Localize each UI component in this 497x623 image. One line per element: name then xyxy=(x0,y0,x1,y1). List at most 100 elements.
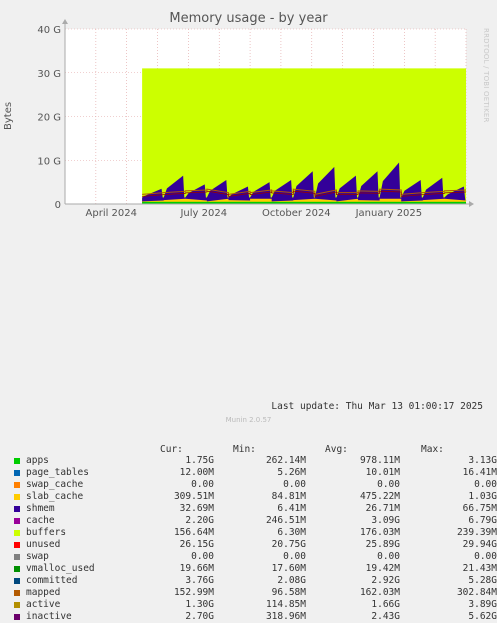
legend-name: inactive xyxy=(26,611,72,622)
legend-max: 66.75M xyxy=(462,503,497,514)
legend-row-unused: unused 26.15G 20.75G 25.89G 29.94G xyxy=(14,539,497,551)
legend-row-apps: apps 1.75G 262.14M 978.11M 3.13G xyxy=(14,455,497,467)
legend-min: 20.75G xyxy=(271,539,306,550)
legend-max: 0.00 xyxy=(474,551,497,562)
header-min: Min: xyxy=(233,444,256,455)
legend-cur: 2.70G xyxy=(185,611,214,622)
legend-min: 0.00 xyxy=(283,479,306,490)
legend-avg: 1.66G xyxy=(371,599,400,610)
legend-cur: 309.51M xyxy=(173,491,214,502)
legend-max: 1.03G xyxy=(468,491,497,502)
x-tick-label: April 2024 xyxy=(86,208,137,219)
legend-name: swap xyxy=(26,551,49,562)
legend-cur: 12.00M xyxy=(179,467,214,478)
legend-swatch xyxy=(14,530,20,536)
legend-row-shmem: shmem 32.69M 6.41M 26.71M 66.75M xyxy=(14,503,497,515)
x-axis-arrow xyxy=(469,201,474,207)
legend-name: slab_cache xyxy=(26,491,84,502)
legend-avg: 162.03M xyxy=(359,587,400,598)
legend-name: vmalloc_used xyxy=(26,563,95,574)
legend-name: swap_cache xyxy=(26,479,84,490)
legend-min: 2.08G xyxy=(277,575,306,586)
legend-min: 17.60M xyxy=(271,563,306,574)
x-tick-label: October 2024 xyxy=(262,208,331,219)
legend-swatch xyxy=(14,614,20,620)
legend-name: shmem xyxy=(26,503,55,514)
legend-name: apps xyxy=(26,455,49,466)
legend-row-slab-cache: slab_cache 309.51M 84.81M 475.22M 1.03G xyxy=(14,491,497,503)
legend-name: committed xyxy=(26,575,78,586)
legend-cur: 1.30G xyxy=(185,599,214,610)
legend-row-vmalloc-used: vmalloc_used 19.66M 17.60M 19.42M 21.43M xyxy=(14,563,497,575)
legend-swatch xyxy=(14,506,20,512)
legend-cur: 2.20G xyxy=(185,515,214,526)
legend-avg: 978.11M xyxy=(359,455,400,466)
legend-cur: 0.00 xyxy=(191,551,214,562)
y-tick-label: 30 G xyxy=(37,69,61,80)
legend-swatch xyxy=(14,554,20,560)
y-tick-label: 40 G xyxy=(37,25,61,36)
legend-swatch xyxy=(14,566,20,572)
legend-min: 6.41M xyxy=(277,503,306,514)
y-tick-label: 20 G xyxy=(37,113,61,124)
legend-row-buffers: buffers 156.64M 6.30M 176.03M 239.39M xyxy=(14,527,497,539)
legend-swatch xyxy=(14,458,20,464)
legend-max: 239.39M xyxy=(456,527,497,538)
legend-name: mapped xyxy=(26,587,61,598)
legend-min: 84.81M xyxy=(271,491,306,502)
legend-swatch xyxy=(14,482,20,488)
legend-max: 5.28G xyxy=(468,575,497,586)
legend-swatch xyxy=(14,494,20,500)
x-tick-label: July 2024 xyxy=(179,208,227,219)
legend-row-page-tables: page_tables 12.00M 5.26M 10.01M 16.41M xyxy=(14,467,497,479)
legend-swatch xyxy=(14,602,20,608)
x-tick-label: January 2025 xyxy=(355,208,423,219)
legend-min: 262.14M xyxy=(265,455,306,466)
legend-max: 16.41M xyxy=(462,467,497,478)
legend-cur: 152.99M xyxy=(173,587,214,598)
legend-swatch xyxy=(14,518,20,524)
legend-max: 29.94G xyxy=(462,539,497,550)
legend-swatch xyxy=(14,590,20,596)
legend-name: page_tables xyxy=(26,467,89,478)
y-tick-label: 10 G xyxy=(37,156,61,167)
legend-min: 246.51M xyxy=(265,515,306,526)
header-cur: Cur: xyxy=(160,444,183,455)
legend-cur: 32.69M xyxy=(179,503,214,514)
legend-swatch xyxy=(14,542,20,548)
munin-version: Munin 2.0.57 xyxy=(225,416,272,424)
legend-row-mapped: mapped 152.99M 96.58M 162.03M 302.84M xyxy=(14,587,497,599)
memory-chart: 0 10 G 20 G 30 G 40 G April 2024 July 2024 Octo… xyxy=(37,19,474,219)
legend-min: 96.58M xyxy=(271,587,306,598)
legend-avg: 2.92G xyxy=(371,575,400,586)
legend-max: 3.13G xyxy=(468,455,497,466)
header-avg: Avg: xyxy=(325,444,348,455)
legend-max: 302.84M xyxy=(456,587,497,598)
legend-row-active: active 1.30G 114.85M 1.66G 3.89G xyxy=(14,599,497,611)
legend-avg: 26.71M xyxy=(365,503,400,514)
legend-row-cache: cache 2.20G 246.51M 3.09G 6.79G xyxy=(14,515,497,527)
legend-avg: 176.03M xyxy=(359,527,400,538)
legend-cur: 1.75G xyxy=(185,455,214,466)
legend-avg: 0.00 xyxy=(377,551,400,562)
legend-name: unused xyxy=(26,539,61,550)
legend-cur: 156.64M xyxy=(173,527,214,538)
legend-max: 21.43M xyxy=(462,563,497,574)
legend-min: 318.96M xyxy=(265,611,306,622)
legend-swatch xyxy=(14,470,20,476)
legend-name: cache xyxy=(26,515,55,526)
legend-min: 0.00 xyxy=(283,551,306,562)
legend-row-committed: committed 3.76G 2.08G 2.92G 5.28G xyxy=(14,575,497,587)
header-max: Max: xyxy=(421,444,444,455)
legend-avg: 10.01M xyxy=(365,467,400,478)
legend-avg: 3.09G xyxy=(371,515,400,526)
legend-avg: 0.00 xyxy=(377,479,400,490)
y-tick-label: 0 xyxy=(55,200,61,211)
legend-avg: 19.42M xyxy=(365,563,400,574)
legend-cur: 3.76G xyxy=(185,575,214,586)
legend-avg: 25.89G xyxy=(365,539,400,550)
data-areas xyxy=(142,68,467,204)
legend-max: 3.89G xyxy=(468,599,497,610)
legend-min: 114.85M xyxy=(265,599,306,610)
legend-name: buffers xyxy=(26,527,67,538)
